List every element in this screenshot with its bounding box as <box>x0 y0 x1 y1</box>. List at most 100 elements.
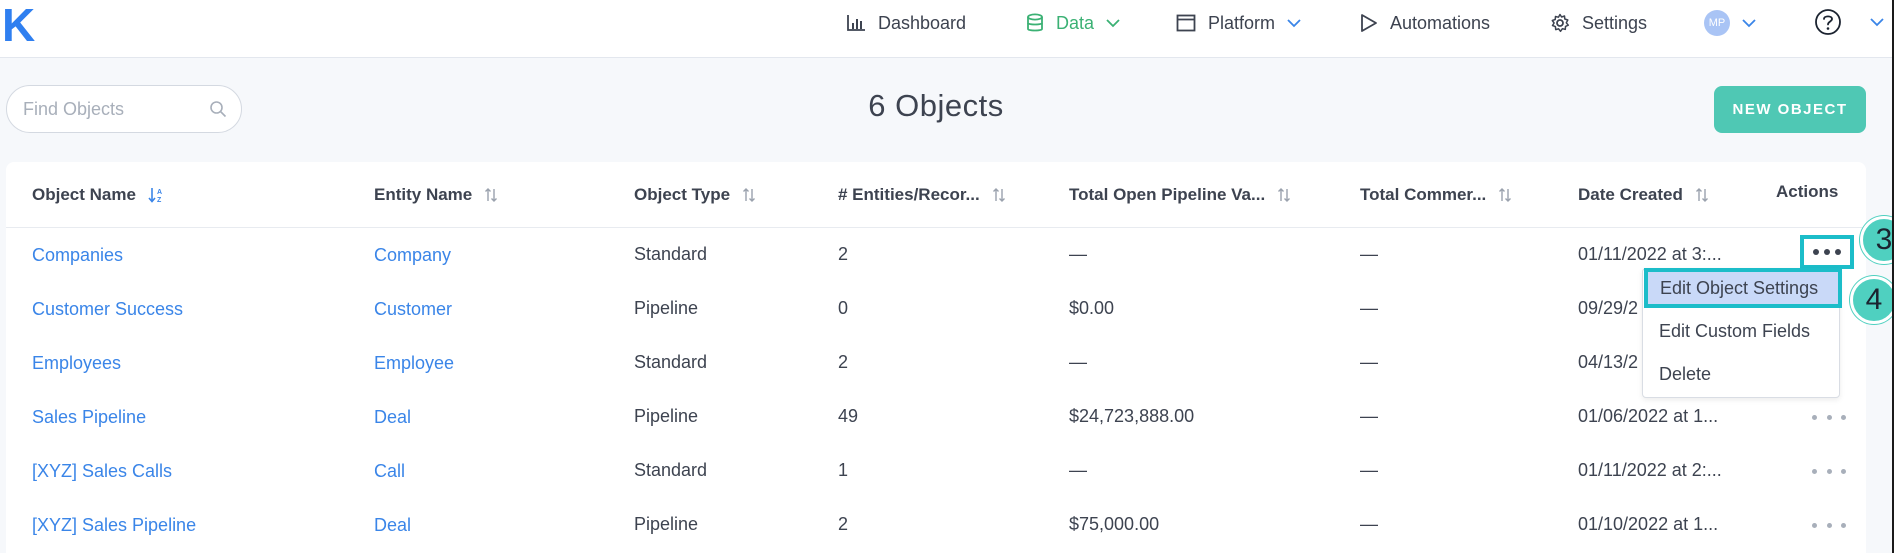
nav-item-platform[interactable]: Platform <box>1176 10 1301 36</box>
commercial-value: — <box>1360 297 1378 318</box>
dot <box>1813 249 1819 255</box>
object-name-link[interactable]: Companies <box>32 243 123 267</box>
nav-item-automations[interactable]: Automations <box>1360 10 1490 36</box>
dot <box>1812 414 1817 420</box>
entities-count: 49 <box>838 405 859 426</box>
entity-name-link[interactable]: Employee <box>374 351 454 375</box>
nav-label-automations: Automations <box>1390 12 1491 33</box>
nav-item-dashboard[interactable]: Dashboard <box>846 10 966 36</box>
column-header-date-created[interactable]: Date Created <box>1578 183 1709 207</box>
sort-az-icon[interactable]: AZ <box>148 186 164 204</box>
object-name-link[interactable]: [XYZ] Sales Pipeline <box>32 513 196 537</box>
step-badge-4: 4 <box>1850 276 1898 324</box>
sort-icon[interactable] <box>1498 187 1512 203</box>
help-circle-icon <box>1815 9 1841 35</box>
object-name-link[interactable]: Employees <box>32 351 121 375</box>
object-type: Standard <box>634 243 708 264</box>
commercial-value: — <box>1360 513 1378 534</box>
dot <box>1841 468 1846 474</box>
sort-icon[interactable] <box>1695 187 1709 203</box>
dot <box>1841 522 1846 528</box>
entities-count: 2 <box>838 243 849 264</box>
nav-item-data[interactable]: Data <box>1026 10 1120 36</box>
nav-item-settings[interactable]: Settings <box>1550 10 1647 36</box>
entity-name-link[interactable]: Deal <box>374 513 411 537</box>
entities-count: 2 <box>838 513 849 534</box>
entity-name-link[interactable]: Customer <box>374 297 452 321</box>
column-header-label: Entity Name <box>374 185 473 204</box>
nav-label-settings: Settings <box>1582 12 1648 33</box>
row-actions-button[interactable] <box>1812 407 1846 427</box>
menu-item-edit-custom-fields[interactable]: Edit Custom Fields <box>1659 321 1810 342</box>
object-name-link[interactable]: Sales Pipeline <box>32 405 146 429</box>
column-header-object-type[interactable]: Object Type <box>634 183 756 207</box>
sort-icon[interactable] <box>484 187 498 203</box>
dot <box>1826 414 1832 420</box>
column-header-entity-name[interactable]: Entity Name <box>374 183 498 207</box>
menu-item-edit-object-settings[interactable]: Edit Object Settings <box>1644 268 1842 308</box>
object-name-link[interactable]: [XYZ] Sales Calls <box>32 459 172 483</box>
nav-label-dashboard: Dashboard <box>878 12 967 33</box>
entities-count: 2 <box>838 351 849 372</box>
avatar: MP <box>1704 10 1730 36</box>
bar-chart-icon <box>847 15 865 31</box>
user-menu[interactable]: MP <box>1704 10 1768 36</box>
database-icon <box>1027 13 1043 32</box>
top-navigation: K Dashboard Data Platform Automations Se… <box>0 0 1892 58</box>
play-icon <box>1361 14 1377 32</box>
object-type: Standard <box>634 459 708 480</box>
column-header-actions: Actions <box>1776 180 1838 204</box>
object-type: Pipeline <box>634 405 699 426</box>
pipeline-value: $24,723,888.00 <box>1069 405 1195 426</box>
new-object-button[interactable]: NEW OBJECT <box>1714 86 1866 133</box>
column-header-pipeline-value[interactable]: Total Open Pipeline Va... <box>1069 183 1291 207</box>
column-header-commercial[interactable]: Total Commer... <box>1360 183 1512 207</box>
date-created: 01/06/2022 at 1... <box>1578 405 1719 426</box>
chevron-down-icon <box>1870 18 1884 27</box>
date-created: 01/11/2022 at 3:... <box>1578 243 1722 264</box>
dot <box>1841 414 1846 420</box>
sort-icon[interactable] <box>1277 187 1291 203</box>
window-edge <box>1892 0 1902 553</box>
object-name-link[interactable]: Customer Success <box>32 297 183 321</box>
commercial-value: — <box>1360 459 1378 480</box>
row-actions-button-active[interactable] <box>1800 235 1854 269</box>
gear-icon <box>1551 13 1570 33</box>
column-header-entities[interactable]: # Entities/Recor... <box>838 183 1006 207</box>
date-created: 01/11/2022 at 2:... <box>1578 459 1722 480</box>
entities-count: 1 <box>838 459 849 480</box>
object-type: Pipeline <box>634 513 699 534</box>
column-header-object-name[interactable]: Object Name AZ <box>32 183 164 207</box>
date-created: 09/29/2 <box>1578 297 1639 318</box>
column-header-label: Total Open Pipeline Va... <box>1069 185 1266 204</box>
dot <box>1824 249 1830 255</box>
help-menu[interactable] <box>1814 9 1884 35</box>
pipeline-value: — <box>1069 351 1087 372</box>
commercial-value: — <box>1360 351 1378 372</box>
header-divider <box>6 227 1866 228</box>
date-created: 04/13/2 <box>1578 351 1639 372</box>
row-actions-button[interactable] <box>1812 461 1846 481</box>
row-actions-button[interactable] <box>1812 515 1846 535</box>
page-title: 6 Objects <box>868 88 1004 123</box>
logo[interactable]: K <box>2 2 35 48</box>
entity-name-link[interactable]: Deal <box>374 405 411 429</box>
entities-count: 0 <box>838 297 849 318</box>
commercial-value: — <box>1360 243 1378 264</box>
dot <box>1835 249 1841 255</box>
column-header-label: Date Created <box>1578 185 1683 204</box>
entity-name-link[interactable]: Company <box>374 243 451 267</box>
pipeline-value: — <box>1069 243 1087 264</box>
entity-name-link[interactable]: Call <box>374 459 405 483</box>
nav-label-data: Data <box>1056 12 1095 33</box>
window-icon <box>1176 14 1196 32</box>
column-header-label: Actions <box>1776 182 1839 201</box>
nav-label-platform: Platform <box>1208 12 1276 33</box>
menu-item-delete[interactable]: Delete <box>1659 364 1711 385</box>
sort-icon[interactable] <box>992 187 1006 203</box>
column-header-label: Object Name <box>32 185 136 204</box>
column-header-label: Total Commer... <box>1360 185 1487 204</box>
column-header-label: # Entities/Recor... <box>838 185 980 204</box>
pipeline-value: $75,000.00 <box>1069 513 1160 534</box>
sort-icon[interactable] <box>742 187 756 203</box>
